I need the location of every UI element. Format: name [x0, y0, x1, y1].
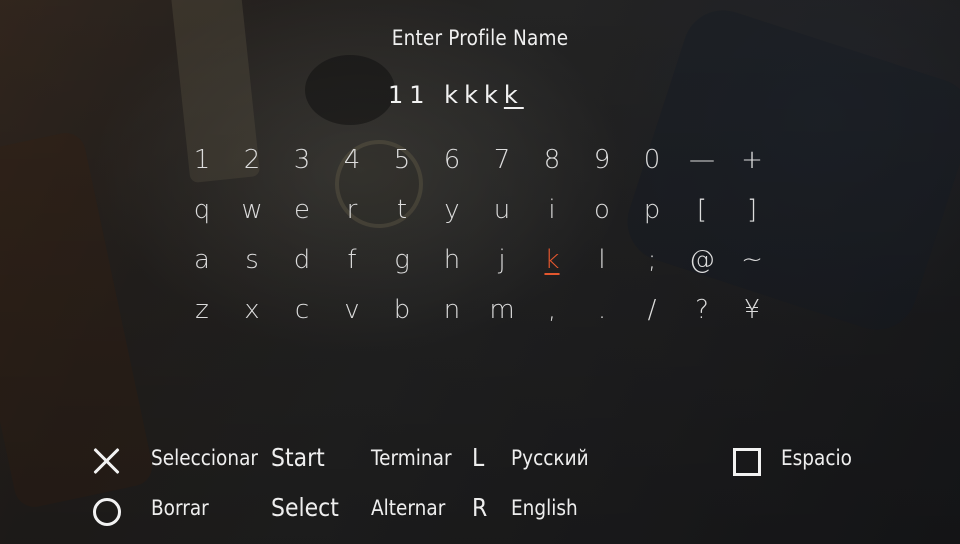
l-button-glyph: L	[472, 443, 485, 472]
keyboard-key-selected[interactable]: k	[527, 238, 577, 282]
keyboard-key[interactable]: 1	[177, 138, 227, 182]
keyboard-key[interactable]: l	[577, 238, 627, 282]
select-hint-label: Alternar	[371, 496, 446, 520]
keyboard-key[interactable]: 7	[477, 138, 527, 182]
square-icon	[733, 448, 761, 476]
keyboard-key[interactable]: z	[177, 288, 227, 332]
keyboard-row: 1 2 3 4 5 6 7 8 9 0— +	[177, 138, 777, 188]
circle-hint-label: Borrar	[151, 496, 209, 520]
keyboard-key[interactable]: g	[377, 238, 427, 282]
square-hint-label: Espacio	[781, 446, 852, 470]
keyboard-key[interactable]: m	[477, 288, 527, 332]
page-title: Enter Profile Name	[391, 26, 569, 50]
keyboard-key[interactable]: 0	[627, 138, 677, 182]
start-hint-label-wrap: Terminar	[371, 446, 463, 470]
keyboard-row: q w e r t y u i o p[]	[177, 188, 777, 238]
keyboard-key[interactable]: ;	[627, 238, 677, 282]
keyboard-key[interactable]: t	[377, 188, 427, 232]
profile-name-field[interactable]: 11 kkk k	[388, 80, 524, 110]
keyboard-key[interactable]: o	[577, 188, 627, 232]
circle-hint-label-wrap: Borrar	[151, 496, 217, 520]
select-button-glyph: Select	[271, 493, 339, 522]
keyboard-key[interactable]: v	[327, 288, 377, 332]
r-hint-label: English	[511, 496, 578, 520]
on-screen-keyboard: 1 2 3 4 5 6 7 8 9 0— + q w e r t y u i o p[] a s d f g h j k l; @ ~ z x c v…	[177, 138, 777, 338]
keyboard-key[interactable]: 9	[577, 138, 627, 182]
keyboard-key[interactable]: 8	[527, 138, 577, 182]
cross-icon	[92, 446, 122, 476]
cross-hint-label: Seleccionar	[151, 446, 259, 470]
keyboard-key[interactable]: —	[677, 138, 727, 182]
keyboard-key[interactable]: 4	[327, 138, 377, 182]
keyboard-key[interactable]: [	[677, 188, 727, 232]
keyboard-key[interactable]: .	[577, 288, 627, 332]
r-hint-label-wrap: English	[511, 496, 587, 520]
select-hint-label-wrap: Alternar	[371, 496, 455, 520]
keyboard-key[interactable]: w	[227, 188, 277, 232]
keyboard-key[interactable]: s	[227, 238, 277, 282]
r-button-glyph: R	[472, 493, 488, 522]
keyboard-key[interactable]: ¥	[727, 288, 777, 332]
keyboard-key[interactable]: n	[427, 288, 477, 332]
start-hint-label: Terminar	[371, 446, 452, 470]
keyboard-key[interactable]: x	[227, 288, 277, 332]
l-hint-label-wrap: Русский	[511, 446, 599, 470]
start-button-glyph: Start	[271, 443, 325, 472]
r-button-hint[interactable]: R	[472, 493, 489, 522]
keyboard-key[interactable]: /	[627, 288, 677, 332]
cross-hint-label-wrap: Seleccionar	[151, 446, 273, 470]
circle-icon	[93, 498, 121, 526]
keyboard-key[interactable]: b	[377, 288, 427, 332]
keyboard-key[interactable]: 5	[377, 138, 427, 182]
keyboard-key[interactable]: u	[477, 188, 527, 232]
text-caret: k	[503, 81, 524, 109]
keyboard-key[interactable]: d	[277, 238, 327, 282]
l-hint-label: Русский	[511, 446, 589, 470]
keyboard-key[interactable]: i	[527, 188, 577, 232]
keyboard-key[interactable]: 6	[427, 138, 477, 182]
keyboard-key[interactable]: ~	[727, 238, 777, 282]
keyboard-key[interactable]: h	[427, 238, 477, 282]
keyboard-key[interactable]: e	[277, 188, 327, 232]
keyboard-key[interactable]: 2	[227, 138, 277, 182]
profile-name-text: 11 kkk	[388, 81, 504, 109]
select-button-hint[interactable]: Select	[271, 493, 348, 522]
keyboard-key[interactable]: f	[327, 238, 377, 282]
keyboard-key[interactable]: q	[177, 188, 227, 232]
keyboard-key[interactable]: p	[627, 188, 677, 232]
keyboard-key[interactable]: a	[177, 238, 227, 282]
keyboard-key[interactable]: @	[677, 238, 727, 282]
keyboard-key[interactable]: r	[327, 188, 377, 232]
keyboard-key[interactable]: c	[277, 288, 327, 332]
cross-hint[interactable]	[92, 446, 122, 476]
start-button-hint[interactable]: Start	[271, 443, 332, 472]
keyboard-row: a s d f g h j k l; @ ~	[177, 238, 777, 288]
keyboard-key[interactable]: j	[477, 238, 527, 282]
circle-hint[interactable]	[93, 498, 121, 526]
l-button-hint[interactable]: L	[472, 443, 486, 472]
square-hint-label-wrap: Espacio	[781, 446, 862, 470]
keyboard-row: z x c v b n m,. /? ¥	[177, 288, 777, 338]
keyboard-key[interactable]: +	[727, 138, 777, 182]
keyboard-key[interactable]: ,	[527, 288, 577, 332]
keyboard-key[interactable]: 3	[277, 138, 327, 182]
square-hint[interactable]	[733, 448, 761, 476]
keyboard-key[interactable]: ]	[727, 188, 777, 232]
keyboard-key[interactable]: ?	[677, 288, 727, 332]
keyboard-key[interactable]: y	[427, 188, 477, 232]
